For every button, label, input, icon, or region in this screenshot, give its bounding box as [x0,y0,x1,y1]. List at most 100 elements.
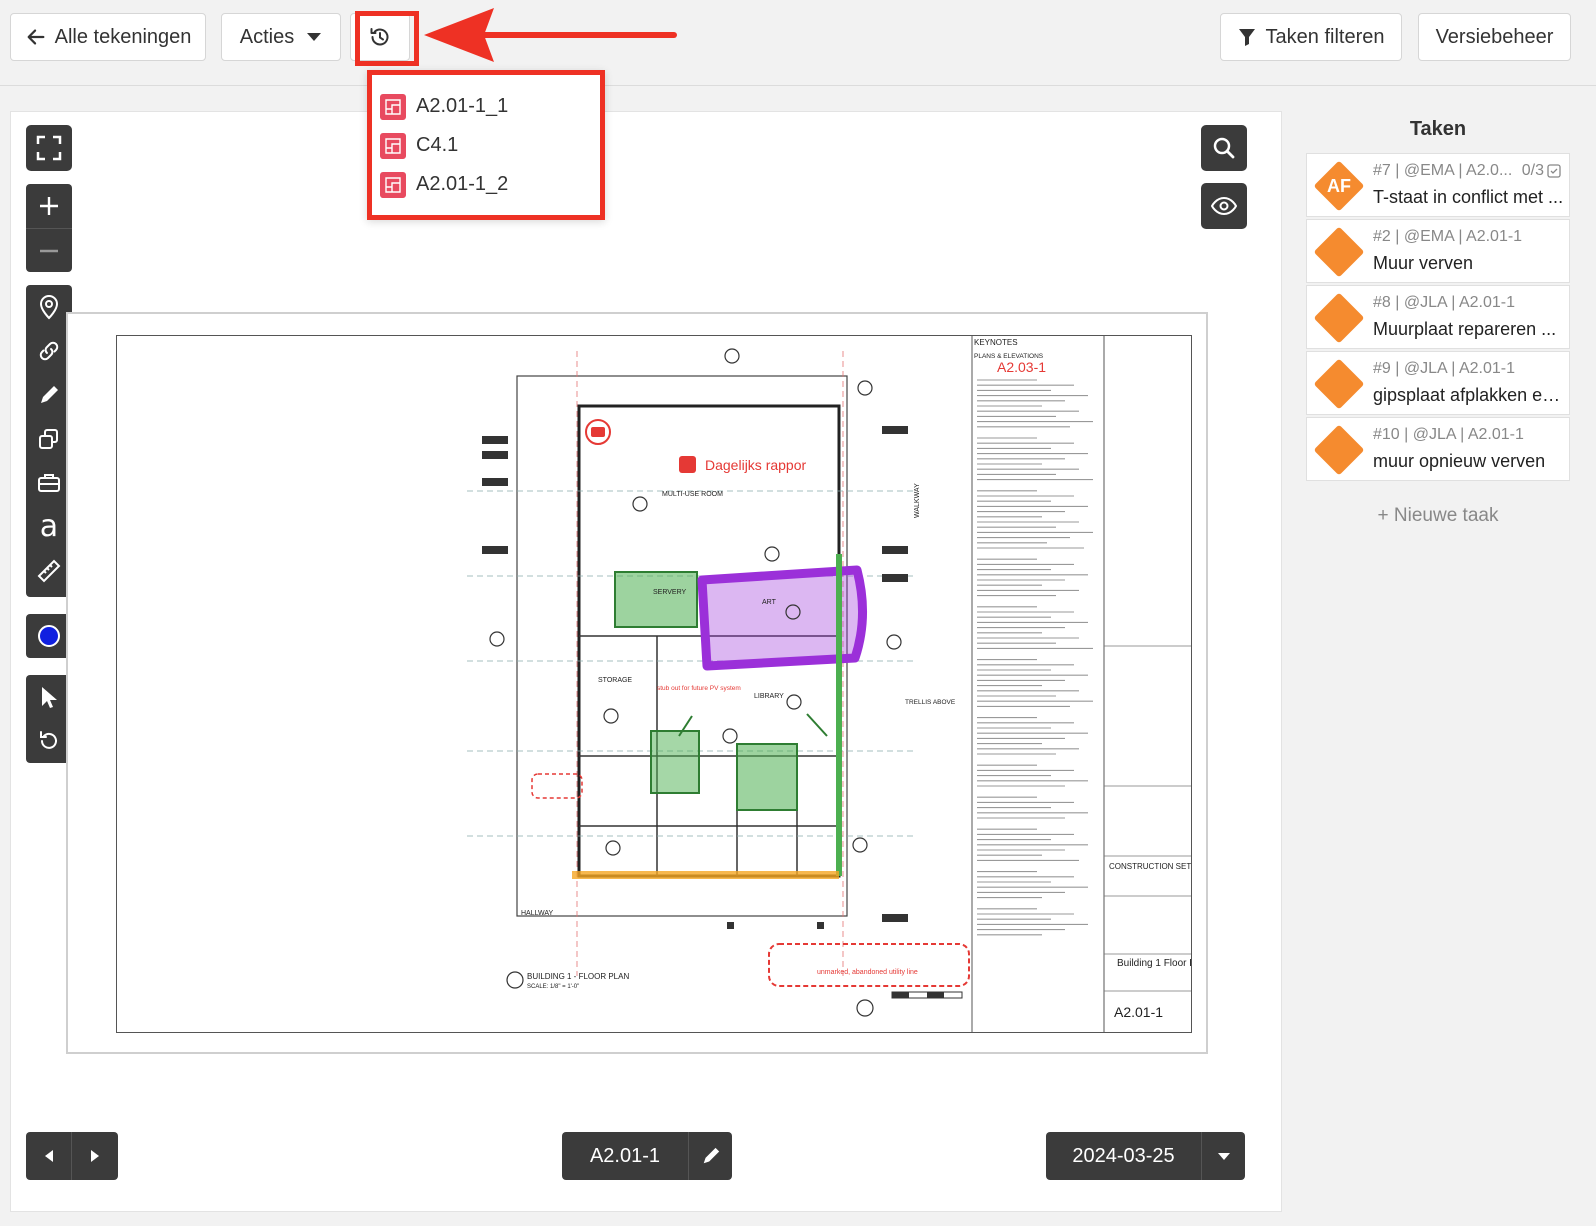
task-card[interactable]: #2 | @EMA | A2.01-1 Muur verven [1306,219,1570,283]
trellis-label: TRELLIS ABOVE [905,699,956,706]
construction-set-label: CONSTRUCTION SET [1109,862,1191,871]
task-title: gipsplaat afplakken en... [1373,385,1565,405]
history-item[interactable]: C4.1 [372,126,600,165]
storage-label: STORAGE [598,677,632,684]
subtask-count: 0/3 [1519,162,1561,180]
search-icon [1213,137,1235,159]
cursor-arrow-icon [42,687,57,708]
visibility-button[interactable] [1201,183,1247,229]
zoom-out-button[interactable] [26,228,72,272]
floor-plan-scale: SCALE: 1/8" = 1'-0" [527,984,579,990]
search-button[interactable] [1201,125,1247,171]
zoom-controls [26,184,72,272]
task-diamond-icon [1313,292,1365,344]
checkbox-icon [1547,164,1561,178]
keynotes-title: KEYNOTES [974,338,1018,347]
edit-sheet-name-button[interactable] [688,1132,732,1180]
filter-icon [1238,29,1255,46]
subtask-count-value: 0/3 [1521,162,1544,179]
drawing-file-icon [380,93,406,120]
servery-label: SERVERY [653,589,687,596]
caret-left-icon [44,1150,53,1162]
history-button[interactable] [350,13,410,61]
caret-down-icon [1217,1152,1230,1160]
task-meta: #2 | @EMA | A2.01-1 [1373,228,1523,245]
floor-plan-svg: KEYNOTES PLANS & ELEVATIONS A2.03-1 Dage… [467,336,1209,1032]
task-diamond-icon [1313,226,1365,278]
version-date-select[interactable]: 2024-03-25 [1046,1132,1245,1180]
task-meta: #9 | @JLA | A2.01-1 [1373,360,1515,377]
history-item-label: C4.1 [416,134,459,156]
library-label: LIBRARY [754,693,784,700]
sheet-title: Building 1 Floor Plan [1117,958,1191,969]
art-label: ART [762,599,777,606]
task-title: Muur verven [1373,253,1474,273]
multi-use-label: MULTI-USE ROOM [662,491,723,498]
annotation-arrow-icon [424,8,677,62]
ref-label: A2.03-1 [997,359,1046,375]
undo-icon [40,731,57,749]
filter-tasks-button[interactable]: Taken filteren [1220,13,1402,61]
drawing-sheet[interactable]: KEYNOTES PLANS & ELEVATIONS A2.03-1 Dage… [66,312,1209,1054]
map-pin-icon [39,295,59,320]
task-title: Muurplaat repareren ... [1373,319,1557,339]
task-meta: #10 | @JLA | A2.01-1 [1373,426,1524,443]
previous-page-button[interactable] [26,1132,72,1180]
color-swatch [38,625,60,647]
filter-label: Taken filteren [1265,25,1385,48]
next-page-button[interactable] [72,1132,118,1180]
task-card[interactable]: AF #7 | @EMA | A2.0... 0/3 T-staat in co… [1306,153,1570,217]
drawing-file-icon [380,132,406,159]
back-label: Alle tekeningen [54,25,192,48]
link-icon [39,341,59,361]
task-title: muur opnieuw verven [1373,451,1546,471]
tasks-panel-title: Taken [1409,118,1467,140]
ruler-icon [37,559,61,583]
fullscreen-icon [36,135,62,161]
minus-icon [40,249,58,252]
avatar: AF [1327,176,1351,196]
text-a-icon: a [39,509,59,544]
caret-right-icon [91,1150,99,1162]
task-card[interactable]: #9 | @JLA | A2.01-1 gipsplaat afplakken … [1306,351,1570,415]
floor-plan-drawing[interactable]: KEYNOTES PLANS & ELEVATIONS A2.03-1 Dage… [116,335,1209,1033]
hallway-label: HALLWAY [521,910,553,917]
pv-note: stub out for future PV system [657,685,741,692]
new-task-button[interactable]: + Nieuwe taak [1306,505,1570,527]
toolbox-icon [38,474,60,492]
top-toolbar: Alle tekeningen Acties Taken filteren Ve… [0,0,1596,86]
sheet-number: A2.01-1 [1114,1004,1163,1020]
zoom-in-button[interactable] [26,184,72,228]
eye-icon [1211,197,1237,215]
actions-label: Acties [239,25,295,48]
pencil-icon [703,1147,719,1164]
page-navigation [26,1132,118,1180]
back-to-drawings-button[interactable]: Alle tekeningen [10,13,206,61]
version-control-button[interactable]: Versiebeheer [1418,13,1571,61]
sheet-name[interactable]: A2.01-1 [562,1145,688,1168]
history-item[interactable]: A2.01-1_1 [372,87,600,126]
task-diamond-icon [1313,358,1365,410]
drawing-viewer: a KEYNOTES PLANS & ELEVATIONS A2.03-1 Da… [10,111,1282,1212]
caret-down-icon [307,33,322,41]
sheet-name-control: A2.01-1 [562,1132,732,1180]
history-item-label: A2.01-1_2 [416,173,509,195]
walkway-label: WALKWAY [914,483,921,518]
history-icon [370,28,389,46]
arrow-left-icon [27,29,45,45]
actions-dropdown-button[interactable]: Acties [221,13,341,61]
camera-note: Dagelijks rappor [705,457,806,473]
version-date: 2024-03-25 [1072,1144,1175,1167]
copy-shapes-icon [39,429,58,449]
task-diamond-icon [1313,424,1365,476]
task-title: T-staat in conflict met ... [1373,187,1564,207]
task-card[interactable]: #8 | @JLA | A2.01-1 Muurplaat repareren … [1306,285,1570,349]
task-card[interactable]: #10 | @JLA | A2.01-1 muur opnieuw verven [1306,417,1570,481]
fullscreen-button[interactable] [26,125,72,171]
utility-note: unmarked, abandoned utility line [817,969,918,976]
pencil-icon [41,386,58,403]
history-item[interactable]: A2.01-1_2 [372,165,600,204]
date-dropdown-toggle[interactable] [1201,1132,1245,1180]
plus-icon [40,197,58,215]
version-label: Versiebeheer [1435,25,1554,48]
